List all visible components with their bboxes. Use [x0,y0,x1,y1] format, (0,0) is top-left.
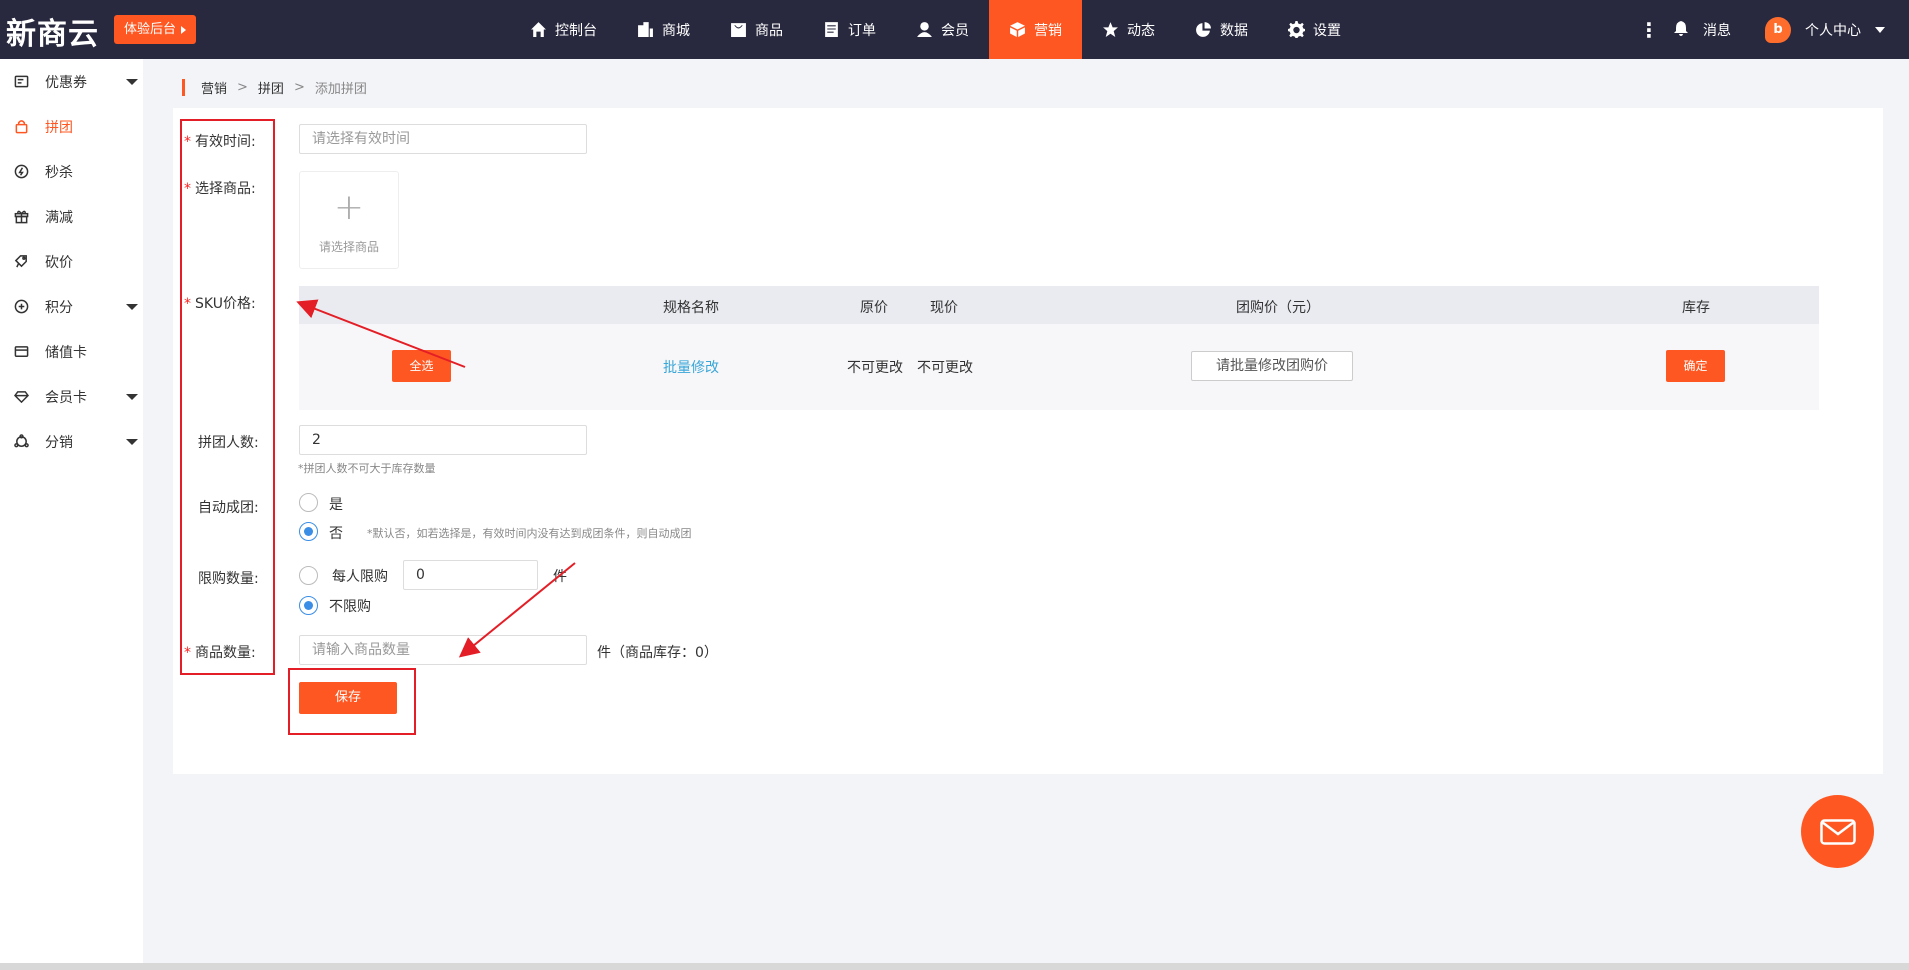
points-icon [14,299,29,314]
sidebar-item-group-buy[interactable]: 拼团 [0,104,143,149]
sidebar-item-bargain[interactable]: 砍价 [0,239,143,284]
per-person-limit-radio[interactable] [299,566,318,585]
nav-mall[interactable]: 商城 [617,0,710,59]
batch-edit-link[interactable]: 批量修改 [663,357,719,377]
auto-group-no-radio[interactable] [299,522,318,541]
bag-icon [731,23,746,37]
chevron-down-icon[interactable] [126,394,138,400]
breadcrumb-marker [182,78,185,96]
sidebar-item-member-card[interactable]: 会员卡 [0,374,143,419]
sidebar-item-distribution[interactable]: 分销 [0,419,143,464]
auto-group-hint: *默认否，如若选择是，有效时间内没有达到成团条件，则自动成团 [367,527,692,540]
diamond-icon [14,391,29,404]
coupon-icon [14,75,29,88]
col-spec-name: 规格名称 [663,300,719,316]
annotation-box-save [288,668,416,735]
group-price-batch-input[interactable]: 请批量修改团购价 [1191,351,1353,381]
gift-icon [14,210,29,224]
messages-link[interactable]: 消息 [1703,20,1731,40]
nav-settings[interactable]: 设置 [1268,0,1361,59]
chevron-down-icon[interactable] [126,304,138,310]
product-picker[interactable]: + 请选择商品 [299,171,399,269]
original-price-value: 不可更改 [847,360,903,376]
valid-time-input[interactable]: 请选择有效时间 [299,124,587,154]
col-current-price: 现价 [930,300,958,316]
mail-icon [1819,818,1856,845]
chevron-down-icon[interactable] [1875,26,1885,33]
card-icon [14,346,29,357]
distribution-icon [14,434,29,448]
sidebar-item-stored-card[interactable]: 储值卡 [0,329,143,374]
breadcrumb-current: 添加拼团 [314,81,367,97]
breadcrumb-separator: > [293,79,305,95]
unlimited-label[interactable]: 不限购 [329,596,371,616]
nav-marketing[interactable]: 营销 [989,0,1082,59]
col-stock: 库存 [1682,300,1710,316]
chevron-down-icon[interactable] [126,439,138,445]
current-price-value: 不可更改 [917,360,973,376]
sidebar-item-points[interactable]: 积分 [0,284,143,329]
sidebar-item-flash-sale[interactable]: 秒杀 [0,149,143,194]
auto-group-yes-label[interactable]: 是 [329,494,343,514]
play-icon [181,25,187,34]
pie-chart-icon [1196,22,1211,37]
top-bar: 新商云 体验后台 控制台 商城 商品 订单 会员 营销 动态 数据 设置 ⋮ 消… [0,0,1909,59]
flash-sale-icon [14,164,29,179]
nav-activity[interactable]: 动态 [1082,0,1175,59]
annotation-box-labels [180,119,275,675]
top-right-tools: ⋮ 消息 b 个人中心 [1639,0,1885,59]
select-all-button[interactable]: 全选 [392,350,451,382]
home-icon [531,22,546,37]
group-size-hint: *拼团人数不可大于库存数量 [298,462,436,475]
sidebar: 优惠券 拼团 秒杀 满减 砍价 积分 储值卡 会员卡 分销 [0,59,143,970]
breadcrumb: 营销 > 拼团 > 添加拼团 [182,78,367,97]
product-quantity-input[interactable]: 请输入商品数量 [299,635,587,665]
avatar[interactable]: b [1765,16,1791,43]
nav-members[interactable]: 会员 [896,0,989,59]
nav-products[interactable]: 商品 [710,0,803,59]
more-menu-icon[interactable]: ⋮ [1639,20,1659,40]
logo[interactable]: 新商云 [6,9,99,53]
breadcrumb-group-buy[interactable]: 拼团 [258,78,284,97]
chevron-down-icon[interactable] [126,79,138,85]
unlimited-radio[interactable] [299,596,318,615]
star-icon [1103,22,1118,37]
window-bottom-edge [0,963,1909,970]
main-nav: 控制台 商城 商品 订单 会员 营销 动态 数据 设置 [510,0,1361,59]
user-icon [917,22,932,37]
building-icon [638,22,653,37]
user-center-link[interactable]: 个人中心 [1805,20,1861,40]
gear-icon [1288,21,1305,38]
cube-icon [1010,22,1025,37]
product-stock-text: 件（商品库存：0） [597,645,718,661]
group-size-input[interactable]: 2 [299,425,587,455]
bell-icon[interactable] [1673,20,1689,40]
clipboard-icon [825,22,838,37]
nav-orders[interactable]: 订单 [803,0,896,59]
col-group-price: 团购价（元） [1236,300,1320,316]
auto-group-yes-radio[interactable] [299,493,318,512]
sku-table: 规格名称 原价 现价 团购价（元） 库存 全选 批量修改 不可更改 不可更改 请… [299,286,1819,410]
auto-group-no-label[interactable]: 否 [329,523,343,543]
trial-backend-button[interactable]: 体验后台 [114,15,197,44]
confirm-button[interactable]: 确定 [1666,350,1725,382]
group-buy-icon [15,120,28,134]
col-original-price: 原价 [860,300,888,316]
per-person-limit-label[interactable]: 每人限购 [332,566,388,586]
per-person-limit-input[interactable]: 0 [403,560,538,590]
per-person-limit-unit: 件 [553,569,567,585]
sidebar-item-coupons[interactable]: 优惠券 [0,59,143,104]
sidebar-item-discount[interactable]: 满减 [0,194,143,239]
bargain-icon [14,255,27,268]
nav-dashboard[interactable]: 控制台 [510,0,617,59]
floating-message-button[interactable] [1801,795,1874,868]
breadcrumb-separator: > [237,79,248,95]
breadcrumb-marketing[interactable]: 营销 [201,78,227,97]
nav-data[interactable]: 数据 [1175,0,1268,59]
plus-icon: + [333,187,365,228]
sku-table-header [299,286,1819,324]
